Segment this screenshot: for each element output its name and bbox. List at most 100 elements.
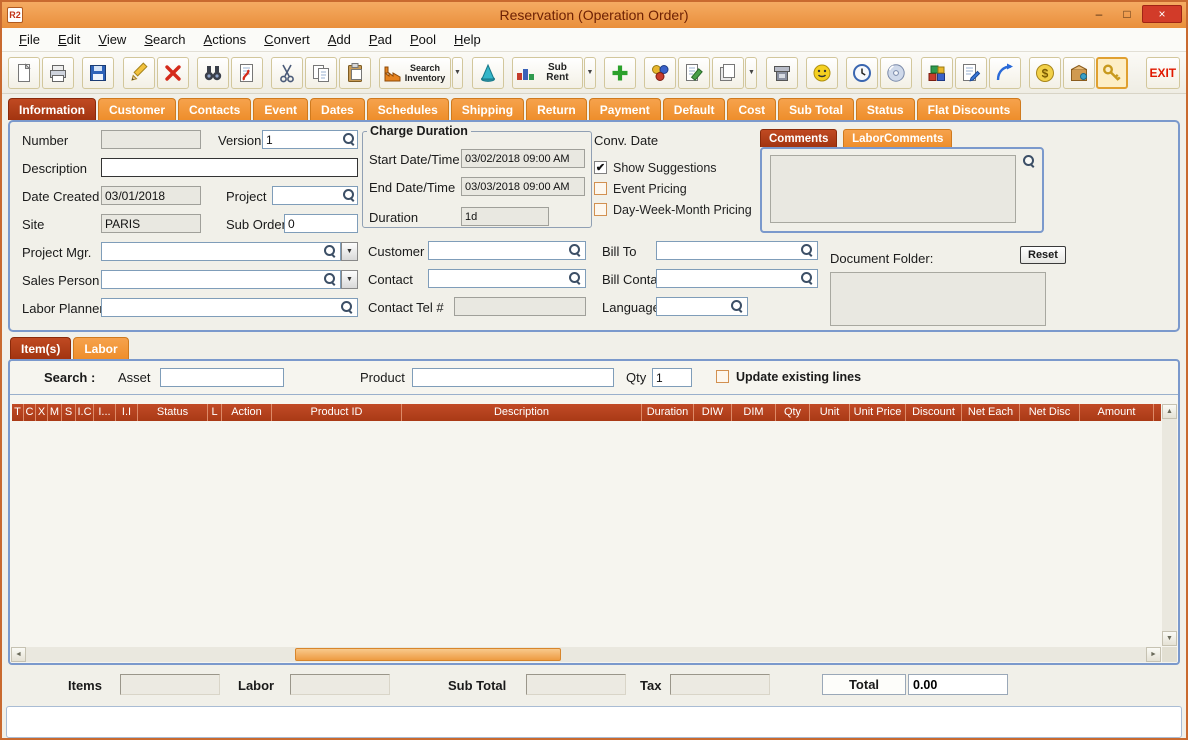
link-button[interactable] [988, 56, 1021, 89]
end-datetime-input[interactable] [461, 177, 585, 196]
checkbox-show-suggestions[interactable]: ✔ [594, 161, 607, 174]
tab-return[interactable]: Return [526, 98, 587, 120]
labor-planner-input[interactable] [101, 298, 358, 317]
delete-button[interactable] [156, 56, 189, 89]
copies-chevron-down-icon[interactable]: ▼ [745, 56, 758, 89]
language-search-icon[interactable] [730, 299, 744, 313]
column-product-id[interactable]: Product ID [272, 404, 402, 421]
contact-search-icon[interactable] [568, 271, 582, 285]
scroll-down-icon[interactable]: ▼ [1162, 631, 1177, 646]
clock-button[interactable] [846, 56, 879, 89]
column-c[interactable]: C [24, 404, 36, 421]
print-button[interactable] [42, 56, 74, 89]
search-inventory-chevron-down-icon[interactable]: ▼ [451, 56, 464, 89]
qty-input[interactable] [652, 368, 692, 387]
tab-shipping[interactable]: Shipping [450, 98, 525, 120]
horizontal-scrollbar[interactable]: ◄ ► [11, 647, 1161, 662]
search-inventory-button[interactable]: Search Inventory [379, 56, 451, 89]
minimize-button[interactable]: – [1086, 5, 1112, 23]
bill-contact-search-icon[interactable] [800, 271, 814, 285]
dollar-button[interactable]: $ [1028, 56, 1061, 89]
menu-add[interactable]: Add [319, 29, 360, 50]
date-created-input[interactable] [101, 186, 201, 205]
column-action[interactable]: Action [222, 404, 272, 421]
tab-sub-total[interactable]: Sub Total [778, 98, 854, 120]
column-i-i[interactable]: I.I [116, 404, 138, 421]
tab-flat-discounts[interactable]: Flat Discounts [916, 98, 1022, 120]
find-button[interactable] [196, 56, 229, 89]
column-x[interactable]: X [36, 404, 48, 421]
document-folder-textarea[interactable] [830, 272, 1046, 326]
cut-button[interactable] [271, 56, 304, 89]
column-diw[interactable]: DIW [694, 404, 732, 421]
column-net-each[interactable]: Net Each [962, 404, 1020, 421]
contact-input[interactable] [428, 269, 586, 288]
tab-information[interactable]: Information [8, 98, 96, 120]
items-table-body[interactable] [12, 421, 1161, 646]
menu-file[interactable]: File [10, 29, 49, 50]
project-mgr-search-icon[interactable] [323, 244, 337, 258]
menu-convert[interactable]: Convert [255, 29, 319, 50]
menu-pad[interactable]: Pad [360, 29, 401, 50]
add-item-button[interactable] [604, 56, 637, 89]
sub-rent-chevron-down-icon[interactable]: ▼ [583, 56, 596, 89]
find-document-button[interactable] [230, 56, 263, 89]
tab-event[interactable]: Event [253, 98, 309, 120]
comments-textarea[interactable] [770, 155, 1016, 223]
edit-note-button[interactable] [678, 56, 711, 89]
new-document-button[interactable] [8, 56, 40, 89]
tab-comments[interactable]: Comments [760, 129, 838, 147]
tab-contacts[interactable]: Contacts [178, 98, 252, 120]
site-input[interactable] [101, 214, 201, 233]
column-m[interactable]: M [48, 404, 62, 421]
smiley-button[interactable] [805, 56, 838, 89]
column-i-c[interactable]: I.C [76, 404, 94, 421]
tab-status[interactable]: Status [855, 98, 915, 120]
column-duration[interactable]: Duration [642, 404, 694, 421]
tab-cost[interactable]: Cost [727, 98, 777, 120]
sub-orders-input[interactable] [284, 214, 358, 233]
checkbox-day-week-month-pricing[interactable] [594, 203, 607, 216]
customer-input[interactable] [428, 241, 586, 260]
sales-person-input[interactable] [101, 270, 341, 289]
column-unit-price[interactable]: Unit Price [850, 404, 906, 421]
comments-search-icon[interactable] [1022, 154, 1036, 168]
scroll-up-icon[interactable]: ▲ [1162, 404, 1177, 419]
column-l[interactable]: L [208, 404, 222, 421]
labor-planner-search-icon[interactable] [340, 300, 354, 314]
tab-payment[interactable]: Payment [588, 98, 661, 120]
duration-input[interactable] [461, 207, 549, 226]
column-description[interactable]: Description [402, 404, 642, 421]
tab-schedules[interactable]: Schedules [366, 98, 449, 120]
description-input[interactable] [101, 158, 358, 177]
sub-rent-button[interactable]: Sub Rent [512, 56, 583, 89]
key-button[interactable] [1095, 56, 1128, 89]
number-input[interactable] [101, 130, 201, 149]
column-i[interactable]: I... [94, 404, 116, 421]
write-document-button[interactable] [954, 56, 987, 89]
close-button[interactable]: × [1142, 5, 1182, 23]
contact-tel-input[interactable] [454, 297, 586, 316]
version-search-icon[interactable] [342, 132, 356, 146]
press-machine-button[interactable] [765, 56, 798, 89]
tab-dates[interactable]: Dates [310, 98, 365, 120]
project-search-icon[interactable] [342, 188, 356, 202]
scroll-left-icon[interactable]: ◄ [11, 647, 26, 662]
package-button[interactable] [1062, 56, 1095, 89]
scroll-right-icon[interactable]: ► [1146, 647, 1161, 662]
tab-labor-comments[interactable]: LaborComments [843, 129, 953, 147]
column-t[interactable]: T [12, 404, 24, 421]
asset-input[interactable] [160, 368, 284, 387]
bill-to-search-icon[interactable] [800, 243, 814, 257]
bill-to-input[interactable] [656, 241, 818, 260]
edit-button[interactable] [122, 56, 155, 89]
scrollbar-thumb[interactable] [295, 648, 561, 661]
tab-customer[interactable]: Customer [98, 98, 177, 120]
cubes-button[interactable] [920, 56, 953, 89]
reset-button[interactable]: Reset [1020, 246, 1066, 264]
menu-actions[interactable]: Actions [195, 29, 256, 50]
tab-items[interactable]: Item(s) [10, 337, 72, 359]
sub-total-input[interactable] [526, 674, 626, 695]
sales-person-search-icon[interactable] [323, 272, 337, 286]
cone-button[interactable] [471, 56, 504, 89]
